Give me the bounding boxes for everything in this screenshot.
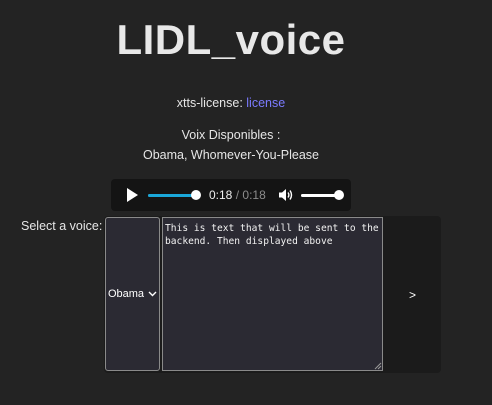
page-title: LIDL_voice [116,16,346,63]
submit-button[interactable]: > [385,217,440,372]
play-icon[interactable] [126,188,138,202]
time-display: 0:18 / 0:18 [209,188,266,202]
selected-voice: Obama [107,288,145,300]
chevron-down-icon [148,291,157,297]
license-line: xtts-license: license [0,96,462,110]
time-separator: / [235,188,240,202]
progress-slider[interactable] [148,190,201,200]
audio-player: 0:18 / 0:18 [111,179,351,211]
page: LIDL_voice xtts-license: license Voix Di… [0,0,492,405]
volume-slider[interactable] [301,190,344,200]
progress-thumb[interactable] [191,190,201,200]
license-link[interactable]: license [246,96,285,110]
progress-fill [148,194,196,197]
select-voice-label: Select a voice: [21,219,103,233]
duration: 0:18 [242,188,266,202]
voices-list: Obama, Whomever-You-Please [142,148,319,162]
license-prefix: xtts-license: [176,96,243,110]
volume-thumb[interactable] [334,190,344,200]
text-input[interactable]: This is text that will be sent to the ba… [162,217,383,371]
resize-grip-icon[interactable] [373,361,382,370]
voices-heading: Voix Disponibles : [181,128,281,142]
current-time: 0:18 [209,188,233,202]
speaker-icon[interactable] [279,188,294,202]
voice-select[interactable]: Obama [105,217,160,371]
